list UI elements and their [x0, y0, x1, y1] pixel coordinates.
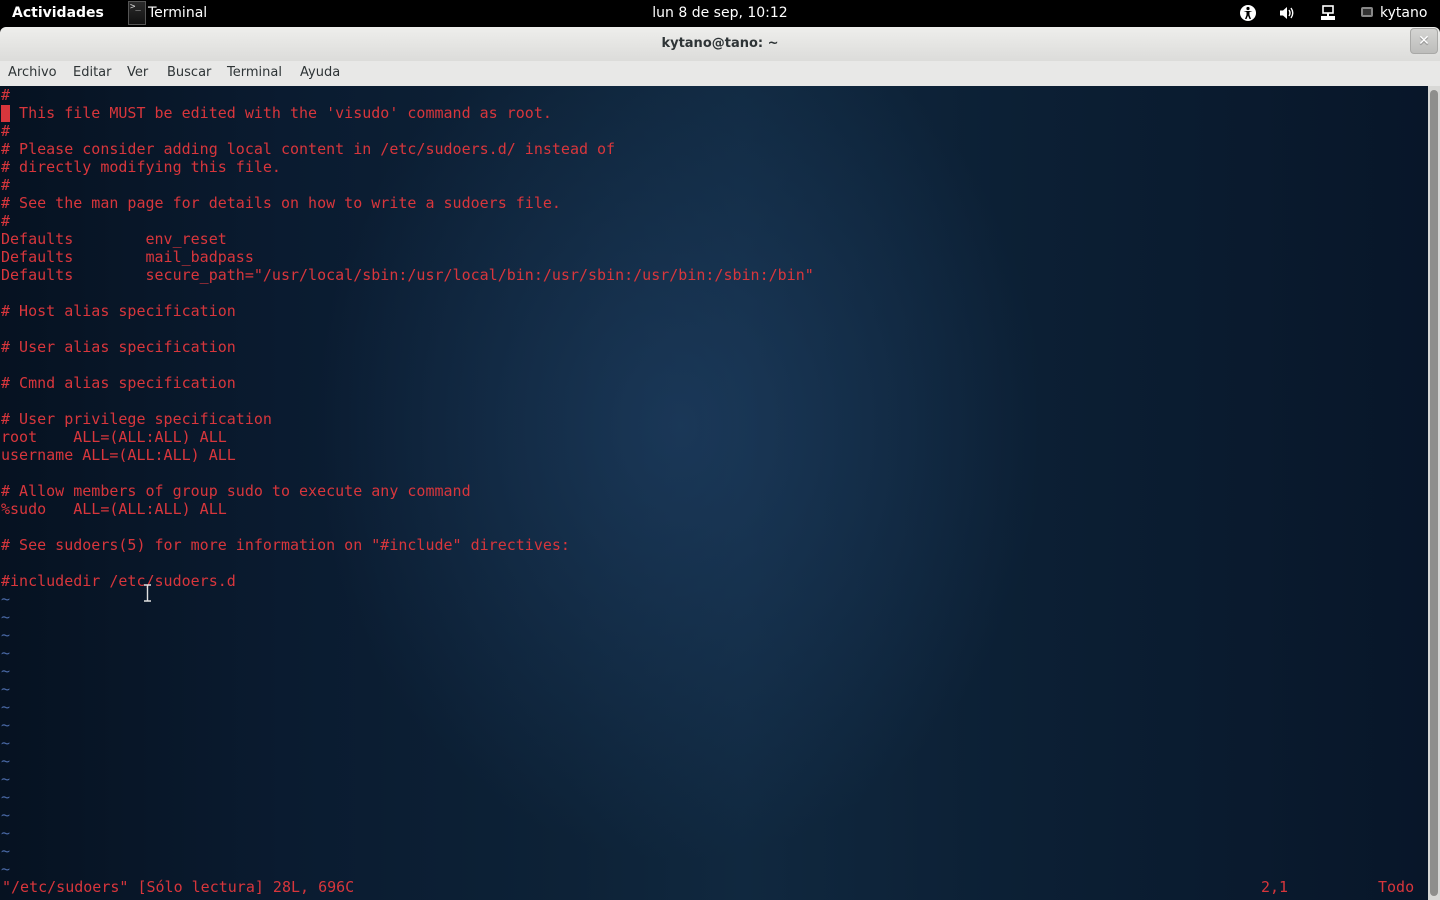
menu-ver[interactable]: Ver [127, 65, 148, 80]
user-menu[interactable]: kytano [1360, 5, 1427, 21]
close-icon: ✕ [1418, 33, 1430, 49]
user-status-icon [1361, 7, 1373, 17]
editor-line: # [1, 212, 11, 230]
editor-line: # Please consider adding local content i… [1, 140, 616, 158]
empty-line-marker: ~ [1, 824, 11, 842]
editor-line: # User privilege specification [1, 410, 272, 428]
editor-line: # This file MUST be edited with the 'vis… [1, 104, 552, 122]
window-title: kytano@tano: ~ [661, 36, 779, 51]
empty-line-marker: ~ [1, 734, 11, 752]
editor-line: # User alias specification [1, 338, 236, 356]
scrollbar-thumb[interactable] [1430, 90, 1438, 896]
accessibility-icon[interactable] [1238, 3, 1258, 23]
editor-line: Defaults env_reset [1, 230, 227, 248]
app-name: Terminal [148, 5, 208, 21]
editor-line: %sudo ALL=(ALL:ALL) ALL [1, 500, 227, 518]
editor-line: username ALL=(ALL:ALL) ALL [1, 446, 236, 464]
empty-line-marker: ~ [1, 752, 11, 770]
empty-line-marker: ~ [1, 680, 11, 698]
window-titlebar[interactable]: kytano@tano: ~ ✕ [0, 27, 1440, 61]
empty-line-marker: ~ [1, 626, 11, 644]
empty-line-marker: ~ [1, 842, 11, 860]
menu-bar: Archivo Editar Ver Buscar Terminal Ayuda [0, 61, 1440, 87]
status-file-info: "/etc/sudoers" [Sólo lectura] 28L, 696C [2, 878, 355, 896]
menu-editar[interactable]: Editar [73, 65, 112, 80]
status-scroll-percent: Todo [1378, 878, 1415, 896]
activities-button[interactable]: Actividades [12, 5, 104, 21]
menu-ayuda[interactable]: Ayuda [300, 65, 340, 80]
app-menu[interactable]: >_ Terminal [126, 0, 226, 27]
editor-line: Defaults mail_badpass [1, 248, 254, 266]
editor-line: #includedir /etc/sudoers.d [1, 572, 236, 590]
empty-line-marker: ~ [1, 716, 11, 734]
editor-line: root ALL=(ALL:ALL) ALL [1, 428, 227, 446]
terminal-area[interactable]: # # This file MUST be edited with the 'vi… [0, 86, 1428, 900]
scrollbar[interactable] [1428, 86, 1440, 900]
text-cursor [1, 105, 10, 122]
empty-line-marker: ~ [1, 698, 11, 716]
empty-line-marker: ~ [1, 644, 11, 662]
menu-archivo[interactable]: Archivo [8, 65, 57, 80]
empty-line-marker: ~ [1, 662, 11, 680]
empty-line-marker: ~ [1, 590, 11, 608]
editor-line: # See sudoers(5) for more information on… [1, 536, 570, 554]
editor-line: # See the man page for details on how to… [1, 194, 561, 212]
text-cursor-icon [144, 584, 151, 602]
terminal-app-icon: >_ [128, 1, 146, 25]
menu-terminal[interactable]: Terminal [227, 65, 282, 80]
editor-line: # [1, 176, 11, 194]
empty-line-marker: ~ [1, 860, 11, 878]
editor-lines: # # This file MUST be edited with the 'vi… [1, 86, 814, 878]
empty-line-marker: ~ [1, 608, 11, 626]
editor-line: # [1, 122, 11, 140]
empty-line-marker: ~ [1, 806, 11, 824]
close-button[interactable]: ✕ [1410, 28, 1438, 54]
menu-buscar[interactable]: Buscar [167, 65, 211, 80]
network-icon[interactable] [1318, 3, 1338, 23]
volume-icon[interactable] [1277, 3, 1297, 23]
editor-line: # Host alias specification [1, 302, 236, 320]
empty-line-marker: ~ [1, 788, 11, 806]
editor-line: # Allow members of group sudo to execute… [1, 482, 471, 500]
status-cursor-position: 2,1 [1261, 878, 1289, 896]
editor-line: # directly modifying this file. [1, 158, 281, 176]
top-bar: Actividades >_ Terminal lun 8 de sep, 10… [0, 0, 1440, 27]
editor-line: # Cmnd alias specification [1, 374, 236, 392]
empty-line-marker: ~ [1, 770, 11, 788]
editor-line: # [1, 86, 11, 104]
editor-line: Defaults secure_path="/usr/local/sbin:/u… [1, 266, 814, 284]
clock[interactable]: lun 8 de sep, 10:12 [652, 5, 787, 21]
user-name: kytano [1380, 5, 1428, 21]
